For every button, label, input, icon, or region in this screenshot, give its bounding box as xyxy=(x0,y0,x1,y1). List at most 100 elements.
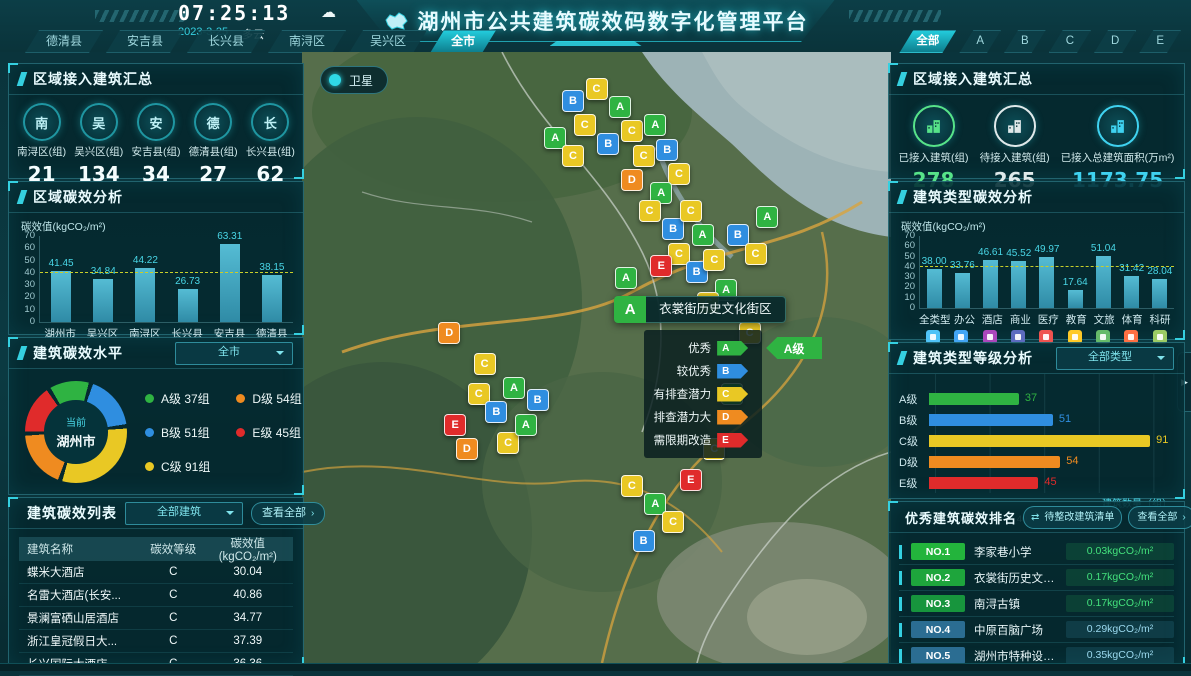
panel-region-analysis: 区域碳效分析 碳效值(kgCO₂/m²)01020304050607041.45… xyxy=(8,181,304,335)
map-legend-label: 排查潜力大 xyxy=(654,409,712,425)
rank-tick-decoration xyxy=(899,649,902,663)
pending-list-button[interactable]: ⇄ 待整改建筑清单 xyxy=(1023,506,1122,529)
reference-line xyxy=(920,266,1174,267)
building-marker-grade-C[interactable]: C xyxy=(562,145,584,167)
rank-row[interactable]: NO.2衣裳街历史文化街区0.17kgCO₂/m² xyxy=(899,565,1174,591)
refresh-icon: ⇄ xyxy=(1031,508,1039,527)
grade-tab[interactable]: D xyxy=(1094,30,1136,53)
building-marker-grade-A[interactable]: A xyxy=(615,267,637,289)
hbar xyxy=(929,477,1038,489)
building-marker-grade-C[interactable]: C xyxy=(497,432,519,454)
building-marker-grade-C[interactable]: C xyxy=(662,511,684,533)
building-marker-grade-E[interactable]: E xyxy=(444,414,466,436)
y-axis: 010203040506070 xyxy=(15,236,39,322)
bar-column: 45.52 xyxy=(1005,248,1033,308)
table-row[interactable]: 名雷大酒店(长安...C40.86 xyxy=(19,584,293,607)
satellite-toggle[interactable]: 卫星 xyxy=(320,66,388,94)
bar xyxy=(927,269,942,308)
region-tab[interactable]: 全市 xyxy=(430,30,496,53)
grade-tab[interactable]: A xyxy=(959,30,1001,53)
bar-column: 44.22 xyxy=(124,255,166,322)
building-marker-grade-C[interactable]: C xyxy=(680,200,702,222)
building-marker-grade-C[interactable]: C xyxy=(633,145,655,167)
building-marker-grade-A[interactable]: A xyxy=(609,96,631,118)
access-stat-label: 已接入总建筑面积(万m²) xyxy=(1061,150,1175,165)
value-cell: 34.77 xyxy=(203,612,293,624)
table-row[interactable]: 蝶米大酒店C30.04 xyxy=(19,561,293,584)
panel-title: 建筑碳效水平 xyxy=(33,343,123,363)
building-marker-grade-A[interactable]: A xyxy=(692,224,714,246)
city-dropdown[interactable]: 全市 xyxy=(175,342,293,365)
type-filter-dropdown[interactable]: 全部类型 xyxy=(1056,347,1174,370)
view-all-ranking-label: 查看全部 xyxy=(1137,508,1177,527)
building-marker-grade-D[interactable]: D xyxy=(438,322,460,344)
building-marker-grade-B[interactable]: B xyxy=(597,133,619,155)
table-row[interactable]: 景澜富硒山居酒店C34.77 xyxy=(19,607,293,630)
grade-tab[interactable]: 全部 xyxy=(899,30,956,53)
building-filter-dropdown[interactable]: 全部建筑 xyxy=(125,502,243,525)
region-tab[interactable]: 长兴县 xyxy=(187,30,265,53)
region-tab[interactable]: 德清县 xyxy=(25,30,103,53)
grade-tab[interactable]: B xyxy=(1004,30,1046,53)
x-axis-labels: 全类型办公酒店商业医疗教育文旅体育科研 xyxy=(919,312,1184,327)
value-cell: 40.86 xyxy=(203,589,293,601)
carbon-level-donut-chart: 当前 湖州市 xyxy=(25,381,127,483)
bar-value-label: 31.42 xyxy=(1119,263,1144,274)
bar xyxy=(1011,261,1026,308)
building-marker-grade-B[interactable]: B xyxy=(485,401,507,423)
building-marker-grade-B[interactable]: B xyxy=(633,530,655,552)
building-marker-grade-C[interactable]: C xyxy=(621,475,643,497)
title-notch xyxy=(17,72,28,86)
region-stats: 南南浔区(组)21吴吴兴区(组)134安安吉县(组)34德德清县(组)27长长兴… xyxy=(9,95,303,186)
grade-tab[interactable]: C xyxy=(1049,30,1091,53)
bar xyxy=(93,279,113,322)
building-marker-grade-B[interactable]: B xyxy=(662,218,684,240)
x-tick-label: 酒店 xyxy=(978,312,1006,327)
bar-column: 34.84 xyxy=(82,266,124,322)
hbar-label: D级 xyxy=(899,454,929,470)
building-marker-grade-C[interactable]: C xyxy=(574,114,596,136)
building-marker-grade-C[interactable]: C xyxy=(586,78,608,100)
bar-value-label: 28.04 xyxy=(1147,266,1172,277)
building-marker-grade-C[interactable]: C xyxy=(621,120,643,142)
hbar-row: C级91 xyxy=(899,430,1172,451)
view-all-ranking-button[interactable]: 查看全部 › xyxy=(1128,506,1191,529)
building-marker-grade-E[interactable]: E xyxy=(650,255,672,277)
legend-item: A级 37组 xyxy=(145,390,210,407)
building-marker-grade-C[interactable]: C xyxy=(745,243,767,265)
building-marker-grade-C[interactable]: C xyxy=(474,353,496,375)
table-row[interactable]: 浙江皇冠假日大...C37.39 xyxy=(19,630,293,653)
building-marker-grade-A[interactable]: A xyxy=(644,114,666,136)
y-tick-label: 70 xyxy=(904,230,915,241)
rank-row[interactable]: NO.4中原百脑广场0.29kgCO₂/m² xyxy=(899,617,1174,643)
map-tooltip[interactable]: A 衣裳街历史文化街区 xyxy=(614,296,786,323)
building-marker-grade-A[interactable]: A xyxy=(756,206,778,228)
building-marker-grade-A[interactable]: A xyxy=(515,414,537,436)
rank-row[interactable]: NO.1李家巷小学0.03kgCO₂/m² xyxy=(899,539,1174,565)
grade-tab[interactable]: E xyxy=(1139,30,1181,53)
rank-row[interactable]: NO.3南浔古镇0.17kgCO₂/m² xyxy=(899,591,1174,617)
building-marker-grade-B[interactable]: B xyxy=(527,389,549,411)
building-marker-grade-E[interactable]: E xyxy=(680,469,702,491)
building-marker-grade-C[interactable]: C xyxy=(639,200,661,222)
satellite-map[interactable]: 卫星 BCACACBCACBCADCBCACEBCACBCAAECBACDCAB… xyxy=(302,52,891,663)
building-marker-grade-C[interactable]: C xyxy=(703,249,725,271)
view-all-button[interactable]: 查看全部 › xyxy=(251,502,325,525)
region-tab[interactable]: 南浔区 xyxy=(268,30,346,53)
title-notch xyxy=(897,510,902,524)
access-stats: 已接入建筑(组)278待接入建筑(组)265已接入总建筑面积(万m²)1173.… xyxy=(889,95,1184,192)
region-tab[interactable]: 安吉县 xyxy=(106,30,184,53)
building-marker-grade-D[interactable]: D xyxy=(621,169,643,191)
building-marker-grade-B[interactable]: B xyxy=(562,90,584,112)
title-notch xyxy=(17,190,28,204)
bar-column: 49.97 xyxy=(1033,244,1061,308)
building-marker-grade-A[interactable]: A xyxy=(503,377,525,399)
region-tab[interactable]: 吴兴区 xyxy=(349,30,427,53)
rank-tick-decoration xyxy=(899,597,902,611)
y-tick-label: 20 xyxy=(24,291,35,302)
building-marker-grade-D[interactable]: D xyxy=(456,438,478,460)
building-marker-grade-B[interactable]: B xyxy=(656,139,678,161)
hbar-value-label: 45 xyxy=(1044,476,1056,488)
panel-building-list: 建筑碳效列表 全部建筑 查看全部 › 建筑名称碳效等级碳效值(kgCO₂/m²)… xyxy=(8,497,304,667)
bar-column: 17.64 xyxy=(1061,277,1089,308)
